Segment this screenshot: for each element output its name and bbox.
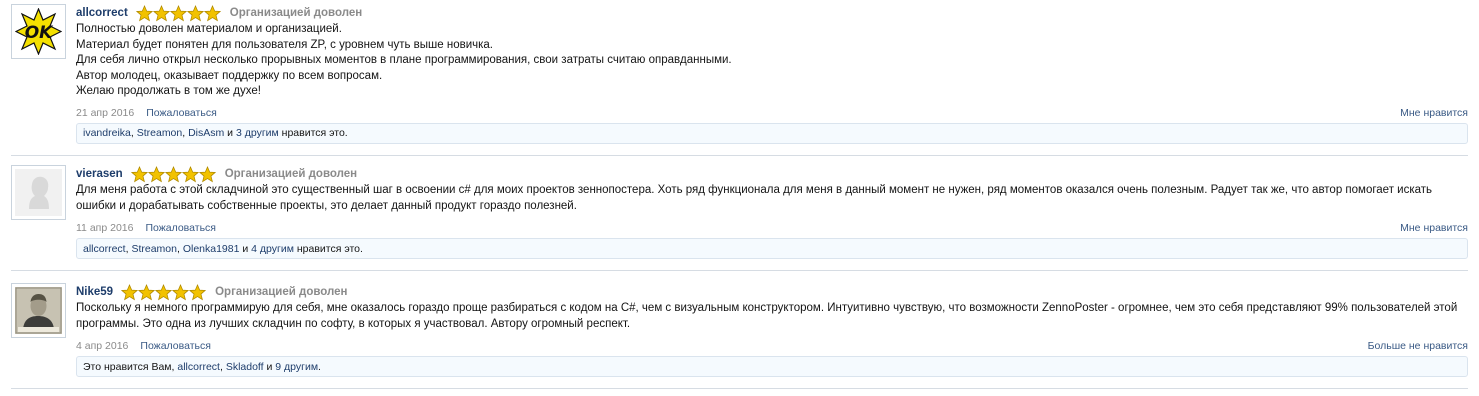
default-avatar-icon bbox=[15, 169, 62, 216]
unlike-button[interactable]: Больше не нравится bbox=[1368, 340, 1468, 352]
review-date: 21 апр 2016 bbox=[76, 106, 135, 119]
liker-link[interactable]: Streamon bbox=[137, 127, 183, 139]
like-button[interactable]: Мне нравится bbox=[1400, 107, 1468, 119]
review-line: Для себя лично открыл несколько прорывны… bbox=[76, 54, 732, 66]
avatar[interactable] bbox=[11, 165, 66, 220]
like-button[interactable]: Мне нравится bbox=[1400, 222, 1468, 234]
star-icon bbox=[155, 283, 173, 300]
likes-conjunction: и bbox=[224, 127, 236, 139]
rating-label: Организацией доволен bbox=[224, 168, 358, 180]
rating-stars bbox=[121, 283, 207, 301]
star-icon bbox=[164, 165, 182, 182]
ok-logo-icon: OK bbox=[15, 8, 62, 55]
likes-conjunction: и bbox=[239, 242, 252, 255]
portrait-avatar-icon bbox=[15, 287, 62, 334]
likes-conjunction: и bbox=[263, 360, 276, 373]
likes-more-link[interactable]: 3 другим bbox=[236, 127, 279, 139]
review-date: 4 апр 2016 bbox=[76, 340, 129, 352]
liker-link[interactable]: allcorrect bbox=[177, 361, 220, 373]
liker-link[interactable]: allcorrect bbox=[83, 243, 126, 255]
report-link[interactable]: Пожаловаться bbox=[140, 340, 211, 352]
liker-link[interactable]: Skladoff bbox=[226, 361, 264, 373]
report-link[interactable]: Пожаловаться bbox=[145, 222, 216, 234]
rating-label: Организацией доволен bbox=[229, 7, 363, 19]
rating-stars bbox=[130, 165, 216, 183]
review-text: Полностью доволен материалом и организац… bbox=[76, 22, 1468, 100]
star-icon bbox=[189, 283, 207, 300]
divider bbox=[11, 270, 1468, 271]
review-paragraph: Для меня работа с этой складчиной это су… bbox=[76, 184, 1433, 212]
star-icon bbox=[138, 283, 156, 300]
likes-suffix: нравится это. bbox=[293, 242, 363, 255]
liker-link[interactable]: Olenka1981 bbox=[183, 243, 240, 255]
username-link[interactable]: vierasen bbox=[76, 168, 123, 180]
likes-suffix: . bbox=[318, 360, 321, 373]
likes-more-link[interactable]: 4 другим bbox=[251, 243, 294, 255]
star-icon bbox=[152, 4, 170, 21]
star-icon bbox=[186, 4, 204, 21]
avatar[interactable] bbox=[11, 283, 66, 338]
review-line: Материал будет понятен для пользователя … bbox=[76, 38, 493, 51]
star-icon bbox=[169, 4, 187, 21]
likes-prefix: Это нравится Вам, bbox=[83, 360, 178, 373]
divider bbox=[11, 155, 1468, 156]
review-line: Желаю продолжать в том же духе! bbox=[76, 85, 261, 97]
rating-stars bbox=[135, 4, 221, 22]
liker-link[interactable]: Streamon bbox=[131, 243, 177, 255]
username-link[interactable]: allcorrect bbox=[76, 7, 128, 19]
liker-link[interactable]: DisAsm bbox=[188, 127, 224, 139]
review-text: Поскольку я немного программирую для себ… bbox=[76, 301, 1468, 332]
liker-link[interactable]: ivandreika bbox=[83, 127, 131, 139]
star-icon bbox=[135, 4, 153, 21]
star-icon bbox=[198, 165, 216, 182]
review-paragraph: Поскольку я немного программирую для себ… bbox=[76, 302, 1458, 330]
star-icon bbox=[172, 283, 190, 300]
review-line: Автор молодец, оказывает поддержку по вс… bbox=[76, 69, 383, 82]
svg-text:OK: OK bbox=[25, 23, 54, 43]
likes-summary: ivandreika, Streamon, DisAsm и 3 другим … bbox=[76, 122, 1468, 144]
avatar[interactable]: OK bbox=[11, 4, 66, 59]
review-date: 11 апр 2016 bbox=[76, 222, 134, 234]
likes-summary: allcorrect, Streamon, Olenka1981 и 4 дру… bbox=[76, 238, 1468, 259]
likes-summary: Это нравится Вам, allcorrect, Skladoff и… bbox=[76, 356, 1468, 377]
star-icon bbox=[121, 283, 139, 300]
report-link[interactable]: Пожаловаться bbox=[146, 107, 217, 119]
review-text: Для меня работа с этой складчиной это су… bbox=[76, 183, 1468, 214]
likes-suffix: нравится это. bbox=[278, 127, 348, 139]
star-icon bbox=[147, 165, 165, 182]
username-link[interactable]: Nike59 bbox=[76, 286, 113, 298]
star-icon bbox=[130, 165, 148, 182]
divider bbox=[11, 388, 1468, 389]
star-icon bbox=[203, 4, 221, 21]
likes-more-link[interactable]: 9 другим bbox=[275, 361, 318, 373]
rating-label: Организацией доволен bbox=[215, 286, 348, 298]
star-icon bbox=[181, 165, 199, 182]
review-line: Полностью доволен материалом и организац… bbox=[76, 23, 342, 35]
